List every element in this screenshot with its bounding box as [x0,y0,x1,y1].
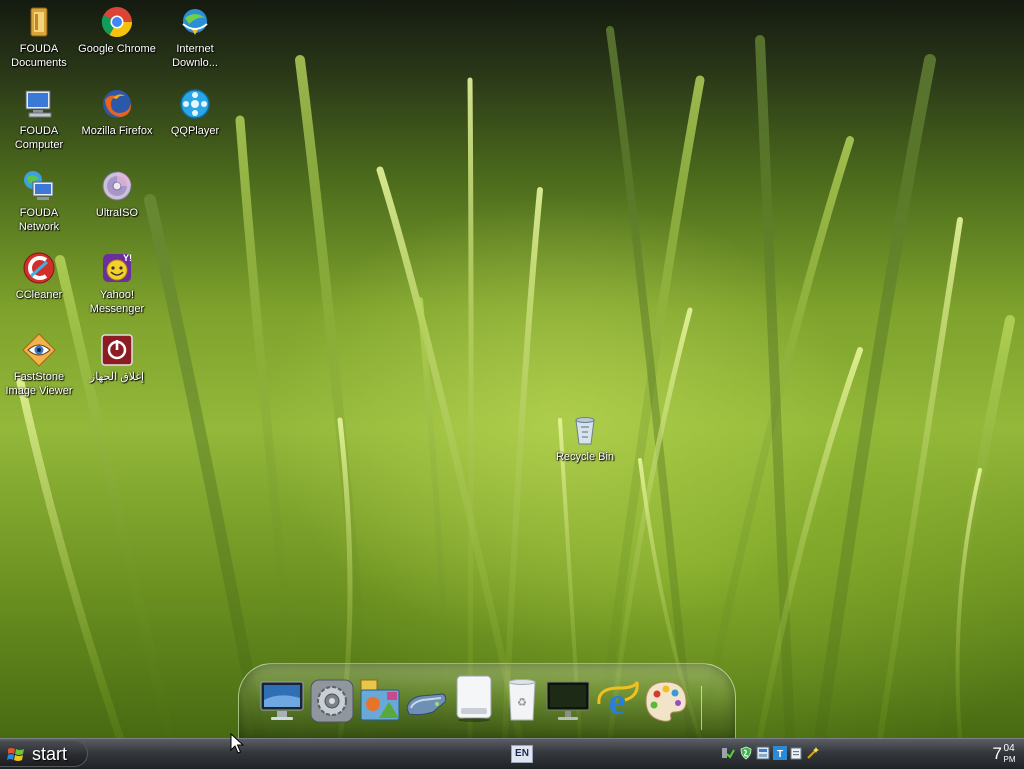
taskbar: start EN T 7 04 PM [0,738,1024,769]
clipboard-tray-icon[interactable] [789,746,803,760]
removable-disk-icon[interactable] [451,674,497,724]
trash-icon[interactable]: ♻ [499,678,545,724]
computer-icon [25,90,52,118]
qqplayer-icon [180,89,210,119]
desktop-icon-fouda-computer[interactable]: FOUDA Computer [0,86,78,152]
application-dock: ♻ e [238,663,736,742]
security-tray-icon[interactable] [739,746,753,760]
desktop-icon-label: Google Chrome [78,43,156,55]
desktop-icon-ccleaner[interactable]: CCleaner [0,250,78,302]
display-icon[interactable] [545,678,591,724]
desktop-icon-qqplayer[interactable]: QQPlayer [156,86,234,138]
language-indicator[interactable]: EN [511,745,533,763]
internet-explorer-icon[interactable]: e [595,678,641,724]
desktop-icon-ultraiso[interactable]: UltraISO [78,168,156,220]
desktop-icon-internet-download-manager[interactable]: Internet Downlo... [156,4,234,70]
desktop-icon-google-chrome[interactable]: Google Chrome [78,4,156,56]
desktop-icon-label: FastStone Image Viewer [5,371,73,397]
start-label: start [32,744,68,764]
desktop-icon-shutdown[interactable]: إغلاق الجهاز [78,332,156,384]
taskbar-clock[interactable]: 7 04 PM [992,741,1016,767]
desktop-icon-recycle-bin[interactable]: Recycle Bin [546,412,624,464]
desktop-icon-label: Recycle Bin [555,451,615,463]
svg-text:Y!: Y! [123,253,132,263]
power-icon [101,334,133,366]
start-button[interactable]: start [0,740,88,767]
recycle-bin-icon [575,417,595,445]
desktop-icon-label: FOUDA Documents [11,43,67,69]
ccleaner-icon [23,252,55,284]
clock-minute: 04 [1003,743,1015,754]
network-icon [24,171,54,200]
desktop-icon-fouda-documents[interactable]: FOUDA Documents [0,4,78,70]
mouse-cursor-icon [230,733,244,754]
desktop-icon-label: FOUDA Network [18,207,60,233]
desktop-icon-label: UltraISO [95,207,139,219]
app-tray-icon[interactable] [756,746,770,760]
desktop-icon-label: QQPlayer [170,125,220,137]
text-tray-icon[interactable]: T [773,746,787,760]
photo-gallery-icon[interactable] [357,678,403,724]
svg-text:T: T [777,749,783,760]
system-preferences-icon[interactable] [309,678,355,724]
drive-icon[interactable] [403,678,449,724]
ultraiso-disc-icon [102,171,132,201]
desktop-icon-label: Mozilla Firefox [81,125,153,137]
magic-wand-tray-icon[interactable] [806,746,820,760]
system-tray: EN T 7 04 PM [511,739,1024,769]
faststone-eye-icon [22,333,56,367]
dock-separator [701,686,702,730]
clock-ampm: PM [1003,755,1016,764]
desktop-icon-mozilla-firefox[interactable]: Mozilla Firefox [78,86,156,138]
desktop-icon-label: FOUDA Computer [14,125,64,151]
monitor-icon[interactable] [259,678,305,724]
desktop-icon-label: Internet Downlo... [172,43,218,69]
clock-hour: 7 [992,744,1002,763]
desktop-icon-fouda-network[interactable]: FOUDA Network [0,168,78,234]
svg-text:♻: ♻ [517,696,527,709]
firefox-icon [103,90,132,118]
internet-download-manager-icon [182,9,208,35]
chrome-icon [101,7,132,38]
windows-flag-icon [7,748,24,761]
desktop-icon-label: إغلاق الجهاز [89,371,145,383]
paint-palette-icon[interactable] [643,678,689,724]
documents-folder-icon [30,7,48,37]
desktop-icon-label: CCleaner [15,289,63,301]
yahoo-messenger-icon: Y! [103,253,132,282]
network-tray-icon[interactable] [721,746,735,760]
desktop-icon-faststone-image-viewer[interactable]: FastStone Image Viewer [0,332,78,398]
desktop-icon-yahoo-messenger[interactable]: Y! Yahoo! Messenger [78,250,156,316]
desktop-icon-label: Yahoo! Messenger [89,289,145,315]
